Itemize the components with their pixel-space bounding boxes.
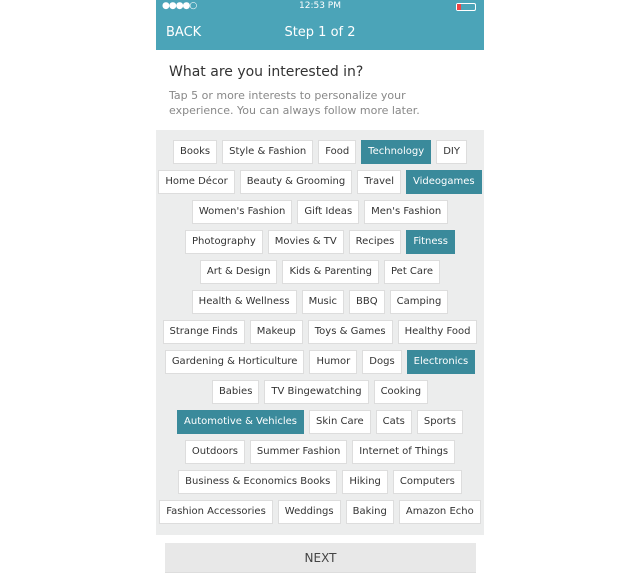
interest-tag[interactable]: Travel (357, 170, 401, 194)
heading: What are you interested in? (169, 64, 364, 80)
interest-tag[interactable]: Skin Care (309, 410, 371, 434)
page-title: Step 1 of 2 (284, 25, 356, 40)
interest-tag[interactable]: Cats (375, 410, 412, 434)
tag-row: Photography Movies & TV Recipes Fitness (156, 230, 484, 260)
interest-tag[interactable]: Videogames (405, 170, 482, 194)
phone-screen: ●●●●○ 12:53 PM BACK Step 1 of 2 What are… (156, 0, 484, 582)
interest-tag[interactable]: Dogs (362, 350, 402, 374)
interest-tag[interactable]: Camping (389, 290, 449, 314)
interest-tag[interactable]: Baking (345, 500, 394, 524)
tag-row: Business & Economics Books Hiking Computer… (156, 470, 484, 500)
interest-tag[interactable]: Computers (392, 470, 462, 494)
interest-tag[interactable]: Art & Design (199, 260, 278, 284)
tag-row: Automotive & Vehicles Skin Care Cats Sports (156, 410, 484, 440)
interest-tag[interactable]: Humor (309, 350, 358, 374)
interest-tag[interactable]: Health & Wellness (191, 290, 297, 314)
tag-row: Home Décor Beauty & Grooming Travel Videoga… (156, 170, 484, 200)
interest-tag[interactable]: Sports (416, 410, 463, 434)
interest-tag[interactable]: Movies & TV (267, 230, 344, 254)
tag-row: Books Style & Fashion Food Technology DIY (156, 140, 484, 170)
interest-tag[interactable]: Babies (211, 380, 260, 404)
interest-tag[interactable]: Recipes (348, 230, 402, 254)
intro: What are you interested in? Tap 5 or mor… (156, 50, 484, 130)
interest-tag[interactable]: Internet of Things (352, 440, 456, 464)
nav-bar: BACK Step 1 of 2 (156, 14, 484, 50)
tag-row: Strange Finds Makeup Toys & Games Healthy F… (156, 320, 484, 350)
interest-tag[interactable]: Outdoors (184, 440, 245, 464)
interest-tag[interactable]: Gift Ideas (297, 200, 360, 224)
interest-tag[interactable]: Gardening & Horticulture (164, 350, 305, 374)
interest-tag[interactable]: Men's Fashion (364, 200, 449, 224)
interest-grid[interactable]: Books Style & Fashion Food Technology DIY Hom… (156, 130, 484, 535)
interest-tag[interactable]: Women's Fashion (191, 200, 293, 224)
tag-row: Art & Design Kids & Parenting Pet Care (156, 260, 484, 290)
interest-tag[interactable]: Fashion Accessories (159, 500, 273, 524)
tag-row: Health & Wellness Music BBQ Camping (156, 290, 484, 320)
interest-tag[interactable]: Music (301, 290, 345, 314)
interest-tag[interactable]: Electronics (406, 350, 476, 374)
interest-tag[interactable]: Toys & Games (307, 320, 393, 344)
interest-tag[interactable]: DIY (436, 140, 467, 164)
interest-tag[interactable]: Hiking (342, 470, 388, 494)
interest-tag[interactable]: Fitness (406, 230, 455, 254)
status-time: 12:53 PM (299, 1, 341, 11)
interest-tag[interactable]: Strange Finds (162, 320, 245, 344)
interest-tag[interactable]: Healthy Food (397, 320, 478, 344)
interest-tag[interactable]: Amazon Echo (398, 500, 481, 524)
next-button[interactable]: NEXT (165, 543, 476, 573)
interest-tag[interactable]: Home Décor (158, 170, 235, 194)
tag-row: Gardening & Horticulture Humor Dogs Electro… (156, 350, 484, 380)
tag-row: Women's Fashion Gift Ideas Men's Fashion (156, 200, 484, 230)
interest-tag[interactable]: Kids & Parenting (282, 260, 379, 284)
interest-tag[interactable]: Summer Fashion (249, 440, 348, 464)
interest-tag[interactable]: Books (173, 140, 218, 164)
header: ●●●●○ 12:53 PM BACK Step 1 of 2 (156, 0, 484, 50)
interest-tag[interactable]: Pet Care (384, 260, 441, 284)
tag-row: Fashion Accessories Weddings Baking Amazon … (156, 500, 484, 530)
tag-row: Outdoors Summer Fashion Internet of Things (156, 440, 484, 470)
battery-icon (456, 3, 476, 11)
interest-tag[interactable]: Style & Fashion (222, 140, 314, 164)
interest-tag[interactable]: Makeup (249, 320, 303, 344)
interest-tag[interactable]: TV Bingewatching (264, 380, 369, 404)
interest-tag[interactable]: Cooking (373, 380, 429, 404)
instructions: Tap 5 or more interests to personalize y… (169, 89, 420, 117)
interest-tag[interactable]: Photography (185, 230, 263, 254)
interest-tag[interactable]: Technology (361, 140, 432, 164)
interest-tag[interactable]: Food (318, 140, 357, 164)
status-bar: ●●●●○ 12:53 PM (156, 0, 484, 14)
interest-tag[interactable]: BBQ (349, 290, 385, 314)
interest-tag[interactable]: Automotive & Vehicles (177, 410, 305, 434)
interest-tag[interactable]: Weddings (277, 500, 341, 524)
tag-row: Babies TV Bingewatching Cooking (156, 380, 484, 410)
interest-tag[interactable]: Beauty & Grooming (239, 170, 353, 194)
interest-tag[interactable]: Business & Economics Books (178, 470, 338, 494)
